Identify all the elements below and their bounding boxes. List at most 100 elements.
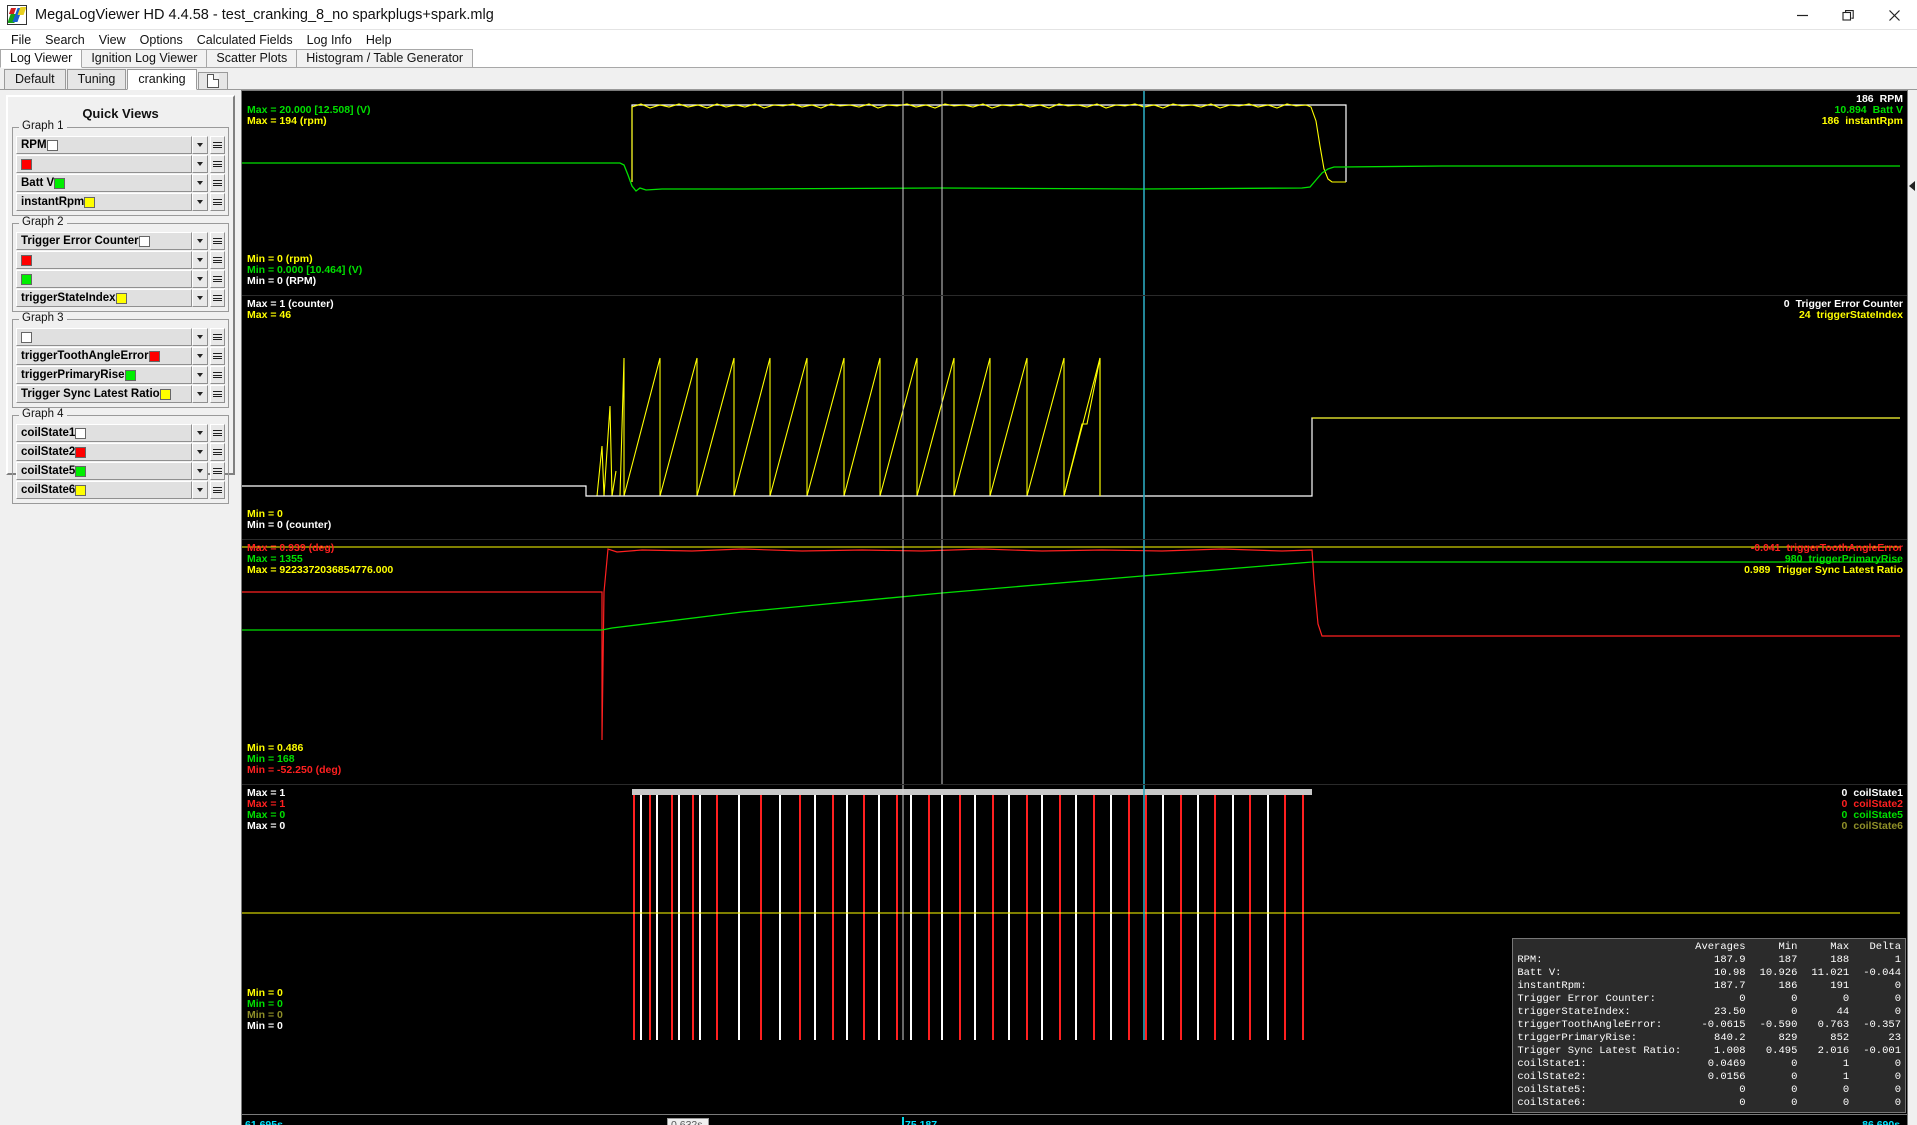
- hamburger-menu-icon[interactable]: [210, 155, 225, 173]
- quick-view-row[interactable]: Trigger Error Counter: [16, 232, 225, 250]
- chevron-down-icon[interactable]: [192, 481, 208, 499]
- chart-stack[interactable]: Max = 194 (RPM) Max = 20.000 [12.508] (V…: [241, 90, 1908, 1115]
- quick-view-row[interactable]: triggerPrimaryRise: [16, 366, 225, 384]
- menu-help[interactable]: Help: [359, 32, 399, 48]
- chevron-down-icon[interactable]: [192, 136, 208, 154]
- quick-view-color-swatch[interactable]: [75, 465, 87, 477]
- quick-view-color-swatch[interactable]: [75, 484, 87, 496]
- quick-view-row[interactable]: [16, 328, 225, 346]
- quick-view-field-selector[interactable]: coilState5: [16, 462, 192, 480]
- timeline-scrubber[interactable]: 61.695s. 86.690s. 0.632s. 75.187: [241, 1115, 1908, 1125]
- chevron-down-icon[interactable]: [192, 232, 208, 250]
- hamburger-menu-icon[interactable]: [210, 193, 225, 211]
- quick-view-field-selector[interactable]: [16, 328, 192, 346]
- menu-options[interactable]: Options: [133, 32, 190, 48]
- quick-view-row[interactable]: Trigger Sync Latest Ratio: [16, 385, 225, 403]
- hamburger-menu-icon[interactable]: [210, 443, 225, 461]
- chevron-down-icon[interactable]: [192, 385, 208, 403]
- quick-view-field-selector[interactable]: RPM: [16, 136, 192, 154]
- close-button[interactable]: [1871, 0, 1917, 30]
- hamburger-menu-icon[interactable]: [210, 347, 225, 365]
- hamburger-menu-icon[interactable]: [210, 385, 225, 403]
- quick-view-color-swatch[interactable]: [21, 158, 32, 170]
- menu-file[interactable]: File: [4, 32, 38, 48]
- chevron-down-icon[interactable]: [192, 347, 208, 365]
- quick-view-row[interactable]: coilState1: [16, 424, 225, 442]
- chart-pane-graph2[interactable]: Max = 1 (counter) Max = 46 Min = 0 Min =…: [242, 296, 1907, 540]
- panel-collapse-arrow[interactable]: [1908, 176, 1917, 196]
- new-view-tab-button[interactable]: [197, 72, 228, 89]
- quick-view-field-selector[interactable]: [16, 251, 192, 269]
- chart-pane-graph1[interactable]: Max = 194 (RPM) Max = 20.000 [12.508] (V…: [242, 91, 1907, 296]
- menu-log-info[interactable]: Log Info: [300, 32, 359, 48]
- quick-view-color-swatch[interactable]: [115, 292, 127, 304]
- quick-view-field-selector[interactable]: [16, 155, 192, 173]
- timeline-cursor-handle[interactable]: [902, 1117, 904, 1125]
- chevron-down-icon[interactable]: [192, 270, 208, 288]
- hamburger-menu-icon[interactable]: [210, 289, 225, 307]
- hamburger-menu-icon[interactable]: [210, 232, 225, 250]
- menu-view[interactable]: View: [92, 32, 133, 48]
- chevron-down-icon[interactable]: [192, 462, 208, 480]
- menu-calculated-fields[interactable]: Calculated Fields: [190, 32, 300, 48]
- quick-view-row[interactable]: [16, 270, 225, 288]
- quick-view-color-swatch[interactable]: [21, 254, 32, 266]
- chevron-down-icon[interactable]: [192, 289, 208, 307]
- quick-view-field-selector[interactable]: Trigger Sync Latest Ratio: [16, 385, 192, 403]
- quick-view-field-selector[interactable]: triggerToothAngleError: [16, 347, 192, 365]
- quick-view-color-swatch[interactable]: [46, 139, 58, 151]
- quick-view-color-swatch[interactable]: [75, 446, 87, 458]
- chevron-down-icon[interactable]: [192, 328, 208, 346]
- quick-view-color-swatch[interactable]: [21, 273, 32, 285]
- quick-view-field-selector[interactable]: Trigger Error Counter: [16, 232, 192, 250]
- hamburger-menu-icon[interactable]: [210, 481, 225, 499]
- hamburger-menu-icon[interactable]: [210, 251, 225, 269]
- quick-view-field-selector[interactable]: triggerPrimaryRise: [16, 366, 192, 384]
- maximize-restore-button[interactable]: [1825, 0, 1871, 30]
- quick-view-color-swatch[interactable]: [159, 388, 171, 400]
- chart-pane-graph3[interactable]: Max = 0.939 (deg) Max = 1355 Max = 92233…: [242, 540, 1907, 785]
- view-tab-cranking[interactable]: cranking: [127, 69, 197, 90]
- chevron-down-icon[interactable]: [192, 193, 208, 211]
- hamburger-menu-icon[interactable]: [210, 270, 225, 288]
- quick-view-row[interactable]: [16, 251, 225, 269]
- quick-view-row[interactable]: RPM: [16, 136, 225, 154]
- hamburger-menu-icon[interactable]: [210, 424, 225, 442]
- chevron-down-icon[interactable]: [192, 251, 208, 269]
- quick-view-color-swatch[interactable]: [124, 369, 136, 381]
- quick-view-row[interactable]: triggerToothAngleError: [16, 347, 225, 365]
- chevron-down-icon[interactable]: [192, 424, 208, 442]
- tab-scatter-plots[interactable]: Scatter Plots: [206, 49, 298, 67]
- tab-histogram-table-generator[interactable]: Histogram / Table Generator: [296, 49, 474, 67]
- hamburger-menu-icon[interactable]: [210, 174, 225, 192]
- tab-log-viewer[interactable]: Log Viewer: [0, 49, 83, 68]
- quick-view-field-selector[interactable]: coilState6: [16, 481, 192, 499]
- view-tab-default[interactable]: Default: [4, 69, 66, 89]
- quick-view-field-selector[interactable]: coilState1: [16, 424, 192, 442]
- quick-view-row[interactable]: coilState5: [16, 462, 225, 480]
- quick-view-field-selector[interactable]: [16, 270, 192, 288]
- quick-view-color-swatch[interactable]: [138, 235, 150, 247]
- quick-view-field-selector[interactable]: instantRpm: [16, 193, 192, 211]
- chevron-down-icon[interactable]: [192, 155, 208, 173]
- quick-view-row[interactable]: coilState6: [16, 481, 225, 499]
- quick-view-color-swatch[interactable]: [148, 350, 160, 362]
- quick-view-row[interactable]: coilState2: [16, 443, 225, 461]
- quick-view-row[interactable]: [16, 155, 225, 173]
- quick-view-color-swatch[interactable]: [21, 331, 32, 343]
- quick-view-field-selector[interactable]: triggerStateIndex: [16, 289, 192, 307]
- minimize-button[interactable]: [1779, 0, 1825, 30]
- quick-view-color-swatch[interactable]: [84, 196, 96, 208]
- quick-view-row[interactable]: Batt V: [16, 174, 225, 192]
- chevron-down-icon[interactable]: [192, 174, 208, 192]
- hamburger-menu-icon[interactable]: [210, 366, 225, 384]
- view-tab-tuning[interactable]: Tuning: [66, 69, 127, 89]
- chevron-down-icon[interactable]: [192, 366, 208, 384]
- quick-view-row[interactable]: triggerStateIndex: [16, 289, 225, 307]
- quick-view-field-selector[interactable]: coilState2: [16, 443, 192, 461]
- chevron-down-icon[interactable]: [192, 443, 208, 461]
- quick-view-row[interactable]: instantRpm: [16, 193, 225, 211]
- quick-view-color-swatch[interactable]: [75, 427, 87, 439]
- quick-view-color-swatch[interactable]: [54, 177, 66, 189]
- hamburger-menu-icon[interactable]: [210, 328, 225, 346]
